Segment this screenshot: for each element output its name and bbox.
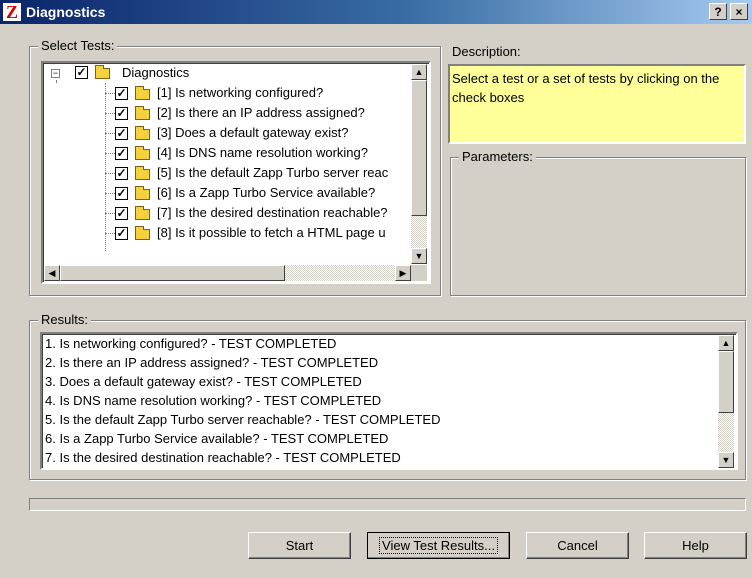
parameters-label: Parameters: (459, 150, 536, 164)
result-line: 1. Is networking configured? - TEST COMP… (45, 336, 337, 351)
results-list[interactable]: 1. Is networking configured? - TEST COMP… (40, 332, 738, 470)
test-item-label: [4] Is DNS name resolution working? (157, 145, 368, 160)
help-button-label: Help (682, 538, 709, 553)
result-line: 5. Is the default Zapp Turbo server reac… (45, 412, 441, 427)
folder-icon (135, 206, 150, 220)
folder-icon (135, 166, 150, 180)
folder-icon (135, 126, 150, 140)
collapse-toggle-icon[interactable]: − (51, 69, 60, 78)
test-item-label: [1] Is networking configured? (157, 85, 324, 100)
help-button[interactable]: Help (644, 532, 747, 559)
test-item-label: [3] Does a default gateway exist? (157, 125, 349, 140)
results-label: Results: (38, 313, 91, 327)
result-line: 3. Does a default gateway exist? - TEST … (45, 374, 362, 389)
scroll-corner (411, 265, 427, 281)
title-bar: Z Diagnostics ? × (0, 0, 752, 24)
test-item-label: [8] Is it possible to fetch a HTML page … (157, 225, 386, 240)
test-checkbox[interactable]: ✓ (115, 147, 128, 160)
view-test-results-button[interactable]: View Test Results... (367, 532, 510, 559)
test-checkbox[interactable]: ✓ (115, 87, 128, 100)
root-checkbox[interactable]: ✓ (75, 66, 88, 79)
results-scroll-down-icon[interactable]: ▼ (718, 452, 734, 468)
tree-scroll-thumb[interactable] (411, 80, 427, 216)
progress-bar (29, 498, 746, 511)
tree-scroll-right-icon[interactable]: ▶ (395, 265, 411, 281)
test-checkbox[interactable]: ✓ (115, 227, 128, 240)
description-box: Select a test or a set of tests by click… (448, 64, 746, 144)
cancel-button-label: Cancel (557, 538, 598, 553)
description-label: Description: (452, 44, 521, 59)
result-line: 6. Is a Zapp Turbo Service available? - … (45, 431, 389, 446)
help-title-button[interactable]: ? (709, 3, 727, 20)
tree-hscroll-thumb[interactable] (60, 265, 285, 281)
test-checkbox[interactable]: ✓ (115, 127, 128, 140)
start-button[interactable]: Start (248, 532, 351, 559)
open-folder-icon (95, 65, 110, 79)
tree-scroll-down-icon[interactable]: ▼ (411, 248, 427, 264)
start-button-label: Start (285, 538, 314, 553)
window-title: Diagnostics (26, 4, 106, 20)
app-logo-icon: Z (3, 3, 21, 21)
test-checkbox[interactable]: ✓ (115, 187, 128, 200)
select-tests-label: Select Tests: (38, 39, 118, 53)
results-scroll-thumb[interactable] (718, 351, 734, 413)
result-line: 4. Is DNS name resolution working? - TES… (45, 393, 382, 408)
results-scroll-up-icon[interactable]: ▲ (718, 335, 734, 351)
test-checkbox[interactable]: ✓ (115, 207, 128, 220)
folder-icon (135, 86, 150, 100)
test-item-label: [6] Is a Zapp Turbo Service available? (157, 185, 376, 200)
result-line: 7. Is the desired destination reachable?… (45, 450, 401, 465)
folder-icon (135, 186, 150, 200)
root-label: Diagnostics (122, 65, 190, 80)
cancel-button[interactable]: Cancel (526, 532, 629, 559)
folder-icon (135, 106, 150, 120)
close-button[interactable]: × (730, 3, 748, 20)
tree-scroll-up-icon[interactable]: ▲ (411, 64, 427, 80)
test-item-label: [2] Is there an IP address assigned? (157, 105, 365, 120)
test-tree[interactable]: − ✓ Diagnostics ✓ [1] Is networking confi… (41, 61, 431, 284)
test-item-label: [7] Is the desired destination reachable… (157, 205, 388, 220)
result-line: 2. Is there an IP address assigned? - TE… (45, 355, 379, 370)
tree-scroll-left-icon[interactable]: ◀ (44, 265, 60, 281)
test-item-label: [5] Is the default Zapp Turbo server rea… (157, 165, 389, 180)
test-checkbox[interactable]: ✓ (115, 107, 128, 120)
parameters-group: Parameters: (450, 150, 746, 296)
folder-icon (135, 146, 150, 160)
test-checkbox[interactable]: ✓ (115, 167, 128, 180)
folder-icon (135, 226, 150, 240)
view-test-results-label: View Test Results... (379, 537, 498, 554)
